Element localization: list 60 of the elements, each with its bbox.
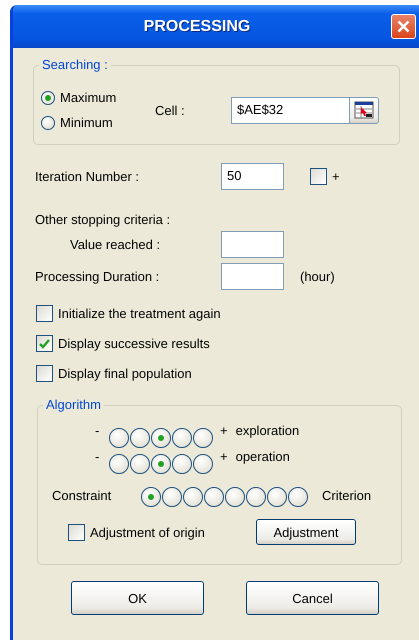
scale-label: Constraint	[52, 488, 112, 502]
plus-label: +	[220, 423, 228, 438]
radio-button[interactable]	[141, 487, 161, 507]
scale-label: operation	[236, 449, 290, 464]
radio-button[interactable]	[41, 116, 55, 130]
radio-button[interactable]	[204, 487, 224, 507]
iteration-field[interactable]: 50	[221, 163, 284, 190]
field-label: Value reached :	[70, 237, 162, 252]
cell-field[interactable]: $AE$32	[231, 96, 349, 124]
radio-button[interactable]	[151, 428, 171, 448]
cell-label: Cell :	[155, 102, 186, 118]
checkbox[interactable]	[36, 365, 53, 382]
checkbox[interactable]	[36, 335, 53, 352]
field-label: Processing Duration :	[35, 269, 160, 284]
field-label: Iteration Number :	[35, 169, 140, 184]
checkbox[interactable]	[36, 305, 53, 322]
radio-button[interactable]	[130, 454, 150, 474]
radio-button[interactable]	[172, 454, 192, 474]
radio-label: Maximum	[60, 90, 116, 105]
close-button[interactable]	[391, 14, 416, 39]
radio-button[interactable]	[151, 454, 171, 474]
adjustment-button[interactable]: Adjustment	[256, 519, 356, 545]
radio-button[interactable]	[288, 487, 308, 507]
radio-button[interactable]	[109, 428, 129, 448]
dialog-button[interactable]: Cancel	[246, 581, 379, 615]
radio-button[interactable]	[246, 487, 266, 507]
scale-label: exploration	[236, 423, 300, 438]
checkbox-label: Display successive results	[58, 336, 210, 351]
duration-field[interactable]	[221, 263, 284, 290]
section-label: Other stopping criteria :	[35, 212, 170, 227]
checkbox-label: Adjustment of origin	[90, 524, 206, 540]
unit-label: (hour)	[300, 269, 335, 284]
range-picker-button[interactable]	[349, 96, 379, 124]
checkbox-label: Initialize the treatment again	[58, 306, 221, 321]
group-legend: Searching :	[39, 57, 111, 72]
checkbox[interactable]	[68, 524, 85, 540]
radio-label: Minimum	[60, 115, 113, 130]
radio-button[interactable]	[109, 454, 129, 474]
checkbox-label: Display final population	[58, 366, 192, 381]
window-title: PROCESSING	[144, 18, 250, 36]
checkbox-label: +	[332, 169, 340, 184]
radio-button[interactable]	[193, 428, 213, 448]
radio-button[interactable]	[267, 487, 287, 507]
radio-button[interactable]	[172, 428, 192, 448]
plus-label: +	[220, 449, 228, 464]
minus-label: -	[95, 423, 100, 438]
radio-button[interactable]	[162, 487, 182, 507]
radio-button[interactable]	[183, 487, 203, 507]
radio-button[interactable]	[225, 487, 245, 507]
dialog-button[interactable]: OK	[71, 581, 204, 615]
checkbox[interactable]	[310, 168, 327, 185]
value-field[interactable]	[221, 231, 284, 258]
radio-button[interactable]	[41, 90, 55, 104]
group-legend: Algorithm	[43, 397, 104, 412]
radio-button[interactable]	[130, 428, 150, 448]
radio-button[interactable]	[193, 454, 213, 474]
minus-label: -	[95, 449, 100, 464]
grid-select-icon	[354, 101, 374, 119]
close-icon	[397, 20, 410, 33]
scale-label: Criterion	[322, 488, 372, 502]
